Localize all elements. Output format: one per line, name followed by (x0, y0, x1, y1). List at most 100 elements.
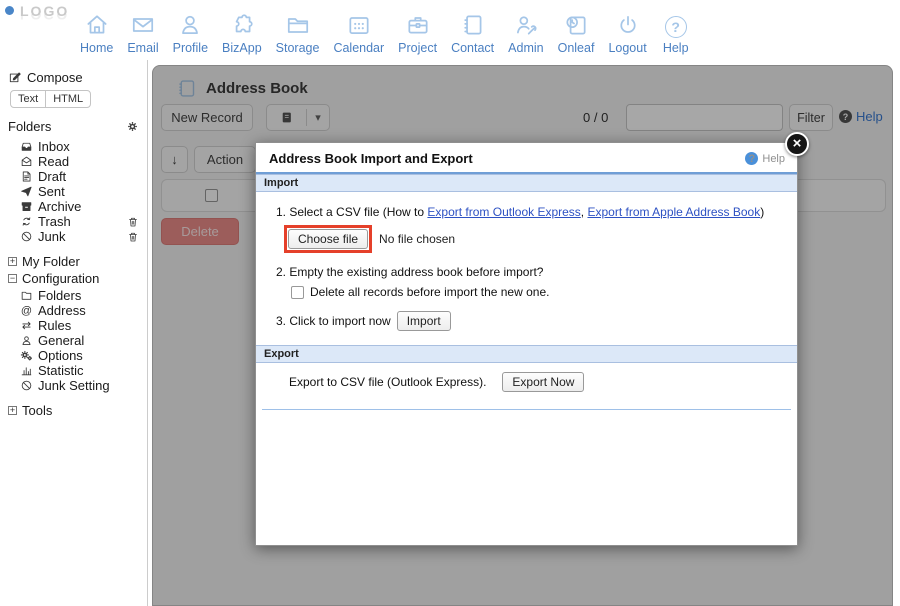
expand-icon[interactable]: + (8, 257, 17, 266)
nav-item-project[interactable]: Project (398, 11, 437, 55)
sidebar-item-config-rules[interactable]: ⇄ Rules (8, 318, 141, 333)
folder-label: Draft (38, 169, 66, 184)
nav-item-admin[interactable]: Admin (508, 11, 543, 55)
dialog-header: Address Book Import and Export ? Help (256, 143, 797, 174)
no-file-chosen-text: No file chosen (379, 232, 455, 246)
sidebar-item-configuration[interactable]: − Configuration (8, 271, 141, 286)
sidebar-item-junk[interactable]: Junk (8, 229, 141, 244)
text-format-button[interactable]: Text (10, 90, 46, 108)
import-step-1: 1. Select a CSV file (How to Export from… (276, 205, 785, 219)
choose-file-button[interactable]: Choose file (288, 229, 368, 249)
nav-item-bizapp[interactable]: BizApp (222, 11, 262, 55)
sidebar-item-read[interactable]: Read (8, 154, 141, 169)
tree-label: Configuration (22, 271, 99, 286)
sidebar-item-config-statistic[interactable]: Statistic (8, 363, 141, 378)
export-text: Export to CSV file (Outlook Express). (289, 375, 486, 389)
outlook-export-link[interactable]: Export from Outlook Express (427, 205, 580, 219)
nav-item-calendar[interactable]: Calendar (333, 11, 384, 55)
sidebar-item-my-folder[interactable]: + My Folder (8, 254, 141, 269)
folder-label: Sent (38, 184, 65, 199)
import-section-header: Import (256, 174, 797, 192)
import-button[interactable]: Import (397, 311, 451, 331)
config-label: Statistic (38, 363, 84, 378)
nav-label: Project (398, 41, 437, 55)
close-icon[interactable]: × (785, 132, 809, 156)
nav-item-help[interactable]: ? Help (661, 11, 691, 55)
config-label: Address (38, 303, 86, 318)
clock-page-icon (563, 11, 589, 38)
help-icon: ? (665, 11, 687, 38)
apple-export-link[interactable]: Export from Apple Address Book (587, 205, 760, 219)
at-icon: @ (20, 305, 33, 317)
calendar-icon (346, 11, 372, 38)
nav-label: BizApp (222, 41, 262, 55)
trash-can-icon[interactable] (127, 231, 139, 243)
delete-records-row: Delete all records before import the new… (291, 285, 785, 299)
import-step-2: 2. Empty the existing address book befor… (276, 265, 785, 279)
sidebar-item-config-address[interactable]: @ Address (8, 303, 141, 318)
nav-item-logout[interactable]: Logout (608, 11, 646, 55)
sidebar-item-config-folders[interactable]: Folders (8, 288, 141, 303)
delete-records-checkbox[interactable] (291, 286, 304, 299)
sidebar-item-archive[interactable]: Archive (8, 199, 141, 214)
nav-item-home[interactable]: Home (80, 11, 113, 55)
export-now-button[interactable]: Export Now (502, 372, 584, 392)
home-icon (84, 11, 110, 38)
help-icon: ? (745, 152, 758, 165)
nav-label: Storage (276, 41, 320, 55)
folder-label: Read (38, 154, 69, 169)
gear-icon[interactable] (126, 120, 139, 133)
compose-icon (8, 70, 22, 84)
inbox-icon (20, 140, 33, 153)
folders-header-label: Folders (8, 119, 51, 134)
sidebar-item-config-options[interactable]: Options (8, 348, 141, 363)
gears-icon (20, 349, 33, 362)
nav-item-contact[interactable]: Contact (451, 11, 494, 55)
folder-label: Archive (38, 199, 81, 214)
sidebar-item-inbox[interactable]: Inbox (8, 139, 141, 154)
dialog-help-label: Help (762, 153, 785, 165)
sidebar-item-config-general[interactable]: General (8, 333, 141, 348)
sidebar: Compose Text HTML Folders Inbox Read Dra… (0, 60, 148, 606)
compose-button[interactable]: Compose (8, 68, 141, 86)
admin-key-icon (513, 11, 539, 38)
sidebar-item-trash[interactable]: Trash (8, 214, 141, 229)
nav-item-storage[interactable]: Storage (276, 11, 320, 55)
format-toggle: Text HTML (10, 90, 91, 108)
import-step-3: 3. Click to import now Import (276, 311, 785, 331)
rules-arrows-icon: ⇄ (20, 319, 33, 332)
nav-label: Profile (173, 41, 208, 55)
email-icon (130, 11, 156, 38)
nav-label: Home (80, 41, 113, 55)
address-book-icon (460, 11, 486, 38)
sidebar-item-sent[interactable]: Sent (8, 184, 141, 199)
power-icon (615, 11, 641, 38)
config-label: Folders (38, 288, 81, 303)
nav-label: Onleaf (558, 41, 595, 55)
file-input-row: Choose file No file chosen (284, 225, 785, 253)
folders-header: Folders (8, 118, 141, 134)
html-format-button[interactable]: HTML (45, 90, 91, 108)
expand-icon[interactable]: + (8, 406, 17, 415)
folder-icon (285, 11, 311, 38)
nav-label: Calendar (333, 41, 384, 55)
sidebar-item-draft[interactable]: Draft (8, 169, 141, 184)
sidebar-item-tools[interactable]: + Tools (8, 403, 141, 418)
config-label: Rules (38, 318, 71, 333)
nav-label: Admin (508, 41, 543, 55)
nav-item-onleaf[interactable]: Onleaf (558, 11, 595, 55)
trash-can-icon[interactable] (127, 216, 139, 228)
nav-label: Logout (608, 41, 646, 55)
sidebar-item-config-junk-setting[interactable]: Junk Setting (8, 378, 141, 393)
nav-label: Contact (451, 41, 494, 55)
export-section-body: Export to CSV file (Outlook Express). Ex… (256, 363, 797, 392)
top-navigation: LOGO LOGO Home Email Profile BizApp Stor… (0, 0, 900, 60)
checkbox-label: Delete all records before import the new… (310, 285, 549, 299)
briefcase-icon (405, 11, 431, 38)
tree-label: My Folder (22, 254, 80, 269)
step1-suffix: ) (760, 205, 764, 219)
nav-item-profile[interactable]: Profile (173, 11, 208, 55)
collapse-icon[interactable]: − (8, 274, 17, 283)
dialog-help-link[interactable]: ? Help (745, 152, 785, 165)
nav-item-email[interactable]: Email (127, 11, 158, 55)
